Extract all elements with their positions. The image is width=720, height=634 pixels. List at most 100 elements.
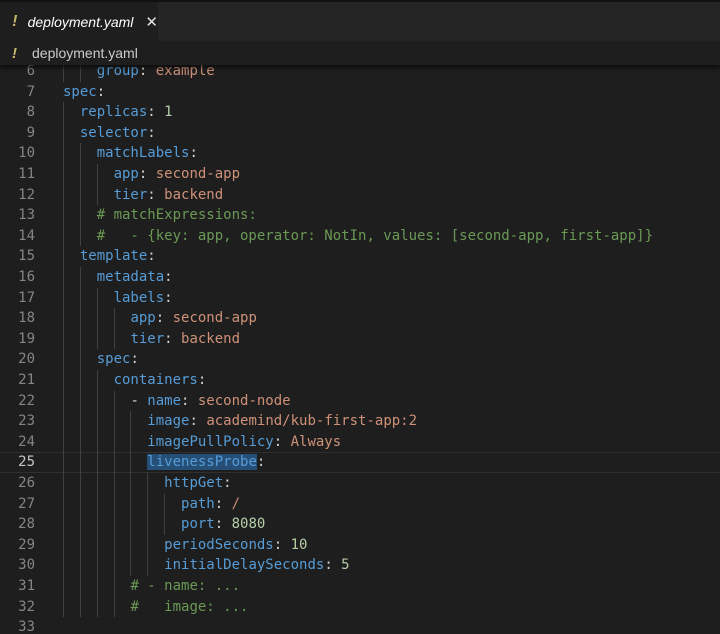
- code-line[interactable]: 16 metadata:: [0, 267, 720, 288]
- line-number: 16: [18, 269, 35, 285]
- line-number: 25: [18, 454, 35, 471]
- code-token: :: [138, 166, 156, 182]
- line-number: 13: [18, 207, 35, 224]
- code-token: 10: [290, 536, 308, 553]
- code-line[interactable]: 19 tier: backend: [0, 329, 720, 350]
- code-token: livenessProbe: [147, 454, 257, 471]
- code-token: spec: [96, 351, 131, 368]
- code-line[interactable]: 17 labels:: [0, 288, 720, 309]
- code-line[interactable]: 27 path: /: [0, 494, 720, 515]
- code-token: :: [164, 289, 173, 306]
- indent-guide: [147, 473, 149, 576]
- code-line[interactable]: 30 initialDelaySeconds: 5: [0, 555, 720, 576]
- code-line[interactable]: 26 httpGet:: [0, 473, 720, 494]
- code-token: /: [231, 495, 241, 512]
- code-line[interactable]: 15 template:: [0, 246, 720, 267]
- code-token: initialDelaySeconds: [164, 557, 325, 574]
- yaml-file-icon: !: [12, 12, 18, 30]
- code-line[interactable]: 9 selector:: [0, 123, 720, 144]
- tab-deployment-yaml[interactable]: ! deployment.yaml ✕: [0, 2, 158, 41]
- code-token: :: [138, 63, 156, 79]
- code-text: template:: [80, 246, 156, 267]
- code-line[interactable]: 29 periodSeconds: 10: [0, 535, 720, 556]
- code-line[interactable]: 33: [0, 617, 720, 634]
- line-number: 30: [18, 557, 35, 574]
- code-token: port: [181, 516, 215, 533]
- line-number: 28: [18, 516, 35, 533]
- code-text: labels:: [114, 288, 173, 309]
- code-line[interactable]: 13 # matchExpressions:: [0, 205, 720, 226]
- code-line[interactable]: 22 - name: second-node: [0, 391, 720, 412]
- code-token: :: [189, 413, 207, 430]
- code-line[interactable]: 7 spec:: [0, 82, 720, 103]
- code-line[interactable]: 10 matchLabels:: [0, 143, 720, 164]
- code-text: metadata:: [97, 267, 173, 288]
- line-number: 31: [18, 578, 35, 594]
- code-text: livenessProbe:: [147, 453, 265, 472]
- line-number: 22: [18, 392, 35, 409]
- code-token: :: [214, 495, 232, 512]
- code-line[interactable]: 11 app: second-app: [0, 164, 720, 185]
- line-number: 23: [18, 413, 35, 430]
- code-token: :: [273, 433, 291, 450]
- code-token: example: [155, 63, 215, 79]
- code-line[interactable]: 8 replicas: 1: [0, 102, 720, 123]
- close-icon[interactable]: ✕: [145, 13, 158, 31]
- line-number: 26: [18, 475, 35, 491]
- code-token: :: [130, 351, 139, 368]
- indent-guide: [63, 102, 64, 618]
- code-token: academind/kub-first-app:2: [206, 413, 418, 430]
- line-number: 9: [26, 124, 35, 141]
- code-token: labels: [113, 289, 165, 306]
- code-token: # image: ...: [130, 598, 249, 615]
- code-line[interactable]: 32 # image: ...: [0, 597, 720, 618]
- line-number: 20: [18, 351, 35, 368]
- code-token: backend: [164, 186, 224, 203]
- code-token: second-node: [197, 392, 291, 409]
- indent-guide: [79, 267, 81, 618]
- code-token: tier: [130, 330, 165, 347]
- code-line[interactable]: 23 image: academind/kub-first-app:2: [0, 411, 720, 432]
- code-text: tier: backend: [130, 329, 240, 350]
- code-token: -: [130, 392, 148, 409]
- line-number: 10: [18, 145, 35, 162]
- code-line[interactable]: 20 spec:: [0, 349, 720, 370]
- code-token: :: [189, 145, 198, 162]
- code-token: containers: [113, 372, 198, 388]
- code-text: imagePullPolicy: Always: [147, 432, 341, 453]
- code-line[interactable]: 28 port: 8080: [0, 514, 720, 535]
- code-token: app: [113, 166, 139, 182]
- code-line[interactable]: 21 containers:: [0, 370, 720, 391]
- indent-guide: [96, 287, 98, 350]
- code-line[interactable]: 14 # - {key: app, operator: NotIn, values…: [0, 226, 720, 247]
- code-line[interactable]: 18 app: second-app: [0, 308, 720, 329]
- code-content[interactable]: 6 group: example 7 spec: 8 replicas: 1 9 select…: [0, 61, 720, 634]
- code-token: name: [147, 392, 182, 409]
- code-token: :: [147, 186, 165, 203]
- code-token: periodSeconds: [164, 536, 274, 553]
- code-token: :: [164, 330, 182, 347]
- code-text: app: second-app: [114, 164, 240, 185]
- line-number: 21: [18, 372, 35, 388]
- code-token: :: [223, 475, 232, 491]
- code-token: :: [155, 310, 173, 327]
- line-number: 12: [18, 186, 35, 203]
- code-token: image: [147, 413, 190, 430]
- code-line[interactable]: 12 tier: backend: [0, 185, 720, 206]
- code-line[interactable]: 25 livenessProbe:: [0, 452, 720, 473]
- code-token: :: [197, 372, 207, 388]
- code-token: metadata: [96, 269, 165, 285]
- code-line[interactable]: 31 # - name: ...: [0, 576, 720, 597]
- indent-guide: [79, 143, 81, 247]
- code-text: image: academind/kub-first-app:2: [147, 411, 417, 432]
- tab-label[interactable]: deployment.yaml: [28, 14, 134, 30]
- line-number: 32: [18, 598, 35, 615]
- code-text: matchLabels:: [97, 143, 198, 164]
- code-text: spec:: [63, 82, 105, 103]
- code-text: periodSeconds: 10: [164, 535, 307, 556]
- code-line[interactable]: 24 imagePullPolicy: Always: [0, 432, 720, 453]
- code-token: httpGet: [164, 475, 224, 491]
- code-text: # - name: ...: [130, 576, 240, 597]
- breadcrumb-item-file[interactable]: deployment.yaml: [32, 45, 138, 61]
- line-number: 14: [18, 227, 35, 244]
